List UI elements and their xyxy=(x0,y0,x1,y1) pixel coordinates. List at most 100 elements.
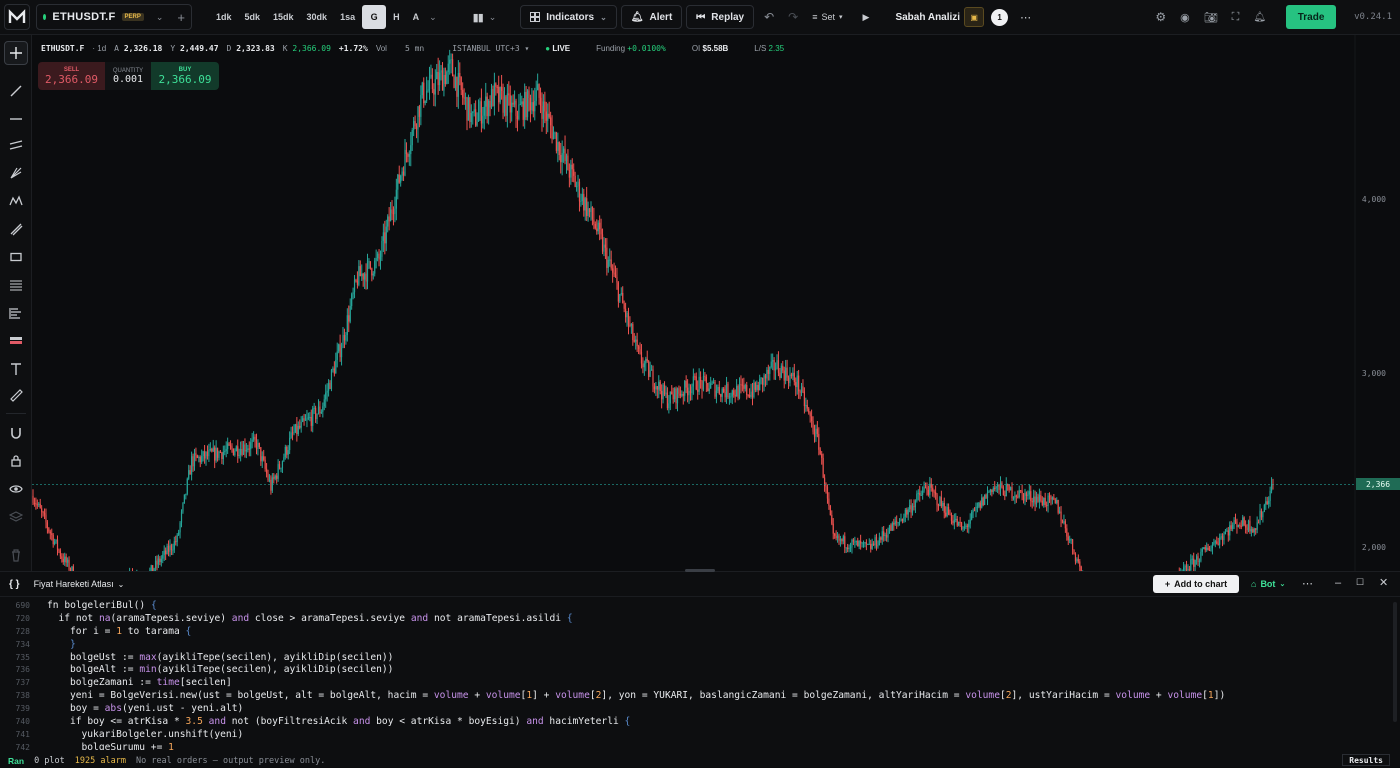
replay-button[interactable]: ⏮ Replay xyxy=(686,5,754,29)
notifications-bell-icon[interactable]: 🔔︎ xyxy=(1253,12,1266,23)
timeframe-2[interactable]: 15dk xyxy=(267,5,300,29)
trend-line-tool-icon[interactable] xyxy=(4,79,28,103)
play-icon[interactable]: ▶ xyxy=(863,12,870,23)
camera-icon[interactable]: 📷︎ xyxy=(1204,11,1218,24)
candlestick-chart-svg[interactable] xyxy=(32,35,1400,571)
add-to-chart-button[interactable]: + Add to chart xyxy=(1153,575,1239,593)
chart-info-line: ETHUSDT.F · 1d A 2,326.18 Y 2,449.47 D 2… xyxy=(41,44,784,53)
long-short-position-tool-icon[interactable] xyxy=(4,329,28,353)
layers-icon[interactable] xyxy=(4,505,28,529)
trash-icon[interactable] xyxy=(4,543,28,567)
code-line[interactable]: 690fn bolgeleriBul() { xyxy=(0,599,1390,612)
fullscreen-icon[interactable]: ⛶ xyxy=(1232,11,1240,24)
candle-body xyxy=(505,96,506,115)
lock-icon[interactable] xyxy=(4,449,28,473)
pattern-tool-icon[interactable] xyxy=(4,189,28,213)
timeframe-5[interactable]: G xyxy=(362,5,386,29)
timeframe-3[interactable]: 30dk xyxy=(301,5,334,29)
ruler-tool-icon[interactable] xyxy=(4,383,28,407)
candle-body xyxy=(468,97,469,120)
crosshair-tool-icon[interactable] xyxy=(4,41,28,65)
candle-body xyxy=(916,494,917,501)
chevron-down-icon[interactable]: ⌄ xyxy=(156,12,164,23)
alert-button[interactable]: 🔔︎ Alert xyxy=(621,5,683,29)
buy-button[interactable]: BUY 2,366.09 xyxy=(151,62,219,90)
code-line[interactable]: 736bolgeAlt := min(ayikliTepe(secilen), … xyxy=(0,663,1390,676)
visibility-eye-icon[interactable] xyxy=(4,477,28,501)
toolbar-divider xyxy=(6,413,26,414)
settings-gear-icon[interactable]: ⚙ xyxy=(1155,10,1166,24)
horizontal-line-tool-icon[interactable] xyxy=(4,107,28,131)
volume-profile-tool-icon[interactable] xyxy=(4,301,28,325)
timezone-selector[interactable]: ISTANBUL UTC+3 ▾ xyxy=(452,44,529,53)
candle-body xyxy=(211,449,212,451)
code-line[interactable]: 741yukariBolgeler.unshift(yeni) xyxy=(0,728,1390,741)
symbol-selector[interactable]: ETHUSDT.F PERP ⌄ + xyxy=(36,4,192,30)
brush-tool-icon[interactable] xyxy=(4,217,28,241)
app-logo[interactable] xyxy=(4,4,30,30)
candle-body xyxy=(556,132,557,150)
symbol-name: ETHUSDT.F xyxy=(52,11,115,23)
candle-body xyxy=(985,495,986,498)
candle-body xyxy=(566,156,567,161)
candle-body xyxy=(719,387,720,394)
set-menu[interactable]: ≡ Set ▾ xyxy=(812,12,842,22)
code-line[interactable]: 720if not na(aramaTepesi.seviye) and clo… xyxy=(0,612,1390,625)
chart-type-chevron-icon[interactable]: ⌄ xyxy=(489,12,497,23)
quantity-field[interactable]: QUANTITY 0.001 xyxy=(105,62,151,90)
eye-icon[interactable]: ◉ xyxy=(1180,11,1190,24)
timeframe-0[interactable]: 1dk xyxy=(210,5,238,29)
code-line[interactable]: 738yeni = BolgeVerisi.new(ust = bolgeUst… xyxy=(0,689,1390,702)
fib-retracement-tool-icon[interactable] xyxy=(4,273,28,297)
magnet-icon[interactable] xyxy=(4,421,28,445)
code-editor[interactable]: 690fn bolgeleriBul() {720if not na(arama… xyxy=(0,599,1390,750)
sell-button[interactable]: SELL 2,366.09 xyxy=(38,62,105,90)
notification-count-badge[interactable]: 1 xyxy=(991,9,1008,26)
redo-icon[interactable]: ↷ xyxy=(788,10,798,24)
chart-type-icon[interactable]: ▮▮ xyxy=(473,11,483,24)
timeframe-6[interactable]: H xyxy=(387,5,406,29)
timeframe-7[interactable]: A xyxy=(407,5,426,29)
trade-button[interactable]: Trade xyxy=(1286,5,1336,29)
undo-icon[interactable]: ↶ xyxy=(764,10,774,24)
pitchfork-tool-icon[interactable] xyxy=(4,161,28,185)
timeframe-4[interactable]: 1sa xyxy=(334,5,361,29)
candle-body xyxy=(364,274,365,280)
layout-name[interactable]: Sabah Analizi xyxy=(895,12,960,23)
text-tool-icon[interactable] xyxy=(4,357,28,381)
code-line[interactable]: 734} xyxy=(0,638,1390,651)
candle-body xyxy=(817,429,818,434)
code-line[interactable]: 728for i = 1 to tarama { xyxy=(0,625,1390,638)
script-title[interactable]: Fiyat Hareketi Atlası ⌄ xyxy=(34,579,125,589)
code-line[interactable]: 740if boy <= atrKisa * 3.5 and not (boyF… xyxy=(0,715,1390,728)
parallel-channel-tool-icon[interactable] xyxy=(4,133,28,157)
bot-menu[interactable]: ⌂ Bot ⌄ xyxy=(1251,579,1285,589)
editor-scrollbar[interactable] xyxy=(1393,602,1397,722)
candle-body xyxy=(836,536,837,538)
candle-body xyxy=(168,546,169,552)
candle-body xyxy=(380,257,381,260)
panel-more-icon[interactable]: ⋯ xyxy=(1302,577,1313,590)
more-options-icon[interactable]: ⋯ xyxy=(1020,11,1031,24)
add-symbol-icon[interactable]: + xyxy=(177,10,185,25)
maximize-icon[interactable]: ☐ xyxy=(1356,577,1364,588)
candle-body xyxy=(475,109,476,125)
candle-body xyxy=(400,176,401,183)
indicators-button[interactable]: Indicators ⌄ xyxy=(520,5,617,29)
timeframe-1[interactable]: 5dk xyxy=(239,5,267,29)
code-line[interactable]: 735bolgeUst := max(ayikliTepe(secilen), … xyxy=(0,651,1390,664)
rectangle-tool-icon[interactable] xyxy=(4,245,28,269)
version-label: v0.24.1 xyxy=(1354,12,1392,22)
code-line[interactable]: 739boy = abs(yeni.ust - yeni.alt) xyxy=(0,702,1390,715)
timeframe-chevron-icon[interactable]: ⌄ xyxy=(429,12,437,23)
results-button[interactable]: Results xyxy=(1342,754,1390,766)
price-chart[interactable]: ETHUSDT.F · 1d A 2,326.18 Y 2,449.47 D 2… xyxy=(32,35,1400,571)
close-icon[interactable]: ✕ xyxy=(1379,576,1388,589)
code-line[interactable]: 737bolgeZamani := time[secilen] xyxy=(0,676,1390,689)
candle-body xyxy=(608,260,609,268)
minimize-icon[interactable]: – xyxy=(1335,577,1341,589)
candle-body xyxy=(51,533,52,534)
code-line[interactable]: 742bolgeSurumu += 1 xyxy=(0,741,1390,750)
candle-body xyxy=(478,112,479,121)
save-layout-icon[interactable]: ▣ xyxy=(964,7,984,27)
